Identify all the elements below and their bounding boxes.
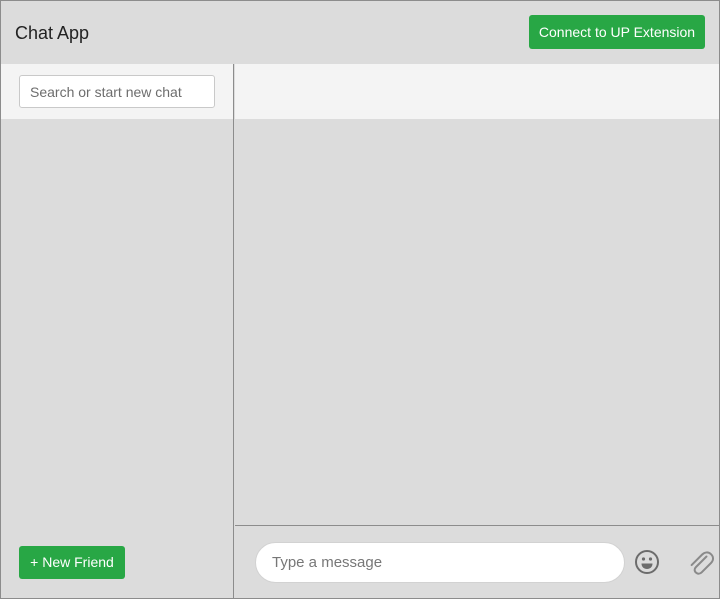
paperclip-icon [685,547,715,577]
sidebar-search-bar [1,64,233,119]
new-friend-button[interactable]: + New Friend [19,546,125,579]
chat-panel [235,64,719,598]
emoji-button[interactable] [633,548,661,576]
search-input[interactable] [19,75,215,108]
app-header: Chat App Connect to UP Extension [1,1,719,64]
message-composer [235,525,719,598]
sidebar: + New Friend [1,64,234,598]
connect-extension-button[interactable]: Connect to UP Extension [529,15,705,49]
messages-area [235,119,719,525]
chat-header [235,64,719,119]
chat-app-window: Chat App Connect to UP Extension + New F… [0,0,720,599]
app-title: Chat App [15,23,90,43]
attach-button[interactable] [685,547,715,577]
message-input[interactable] [255,542,625,583]
emoji-icon [633,548,661,576]
